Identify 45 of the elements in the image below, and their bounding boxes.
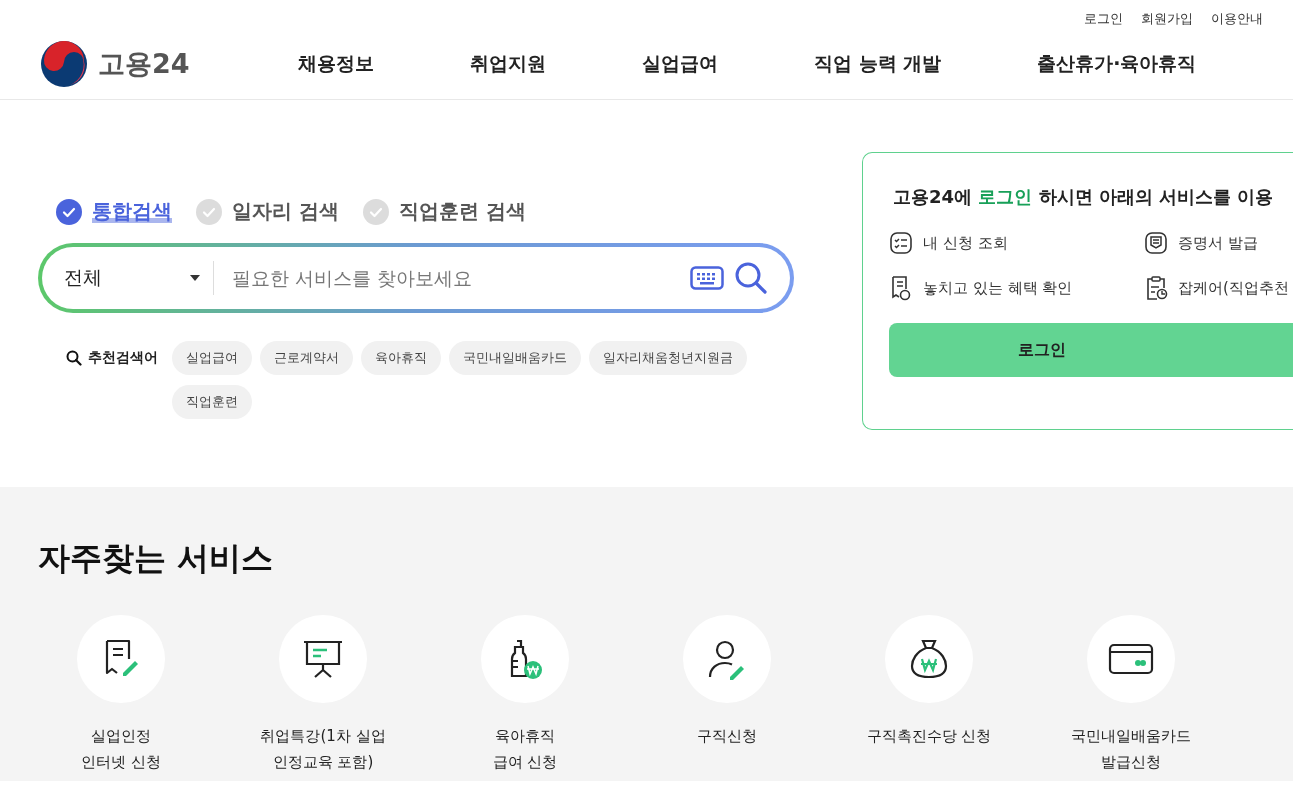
check-circle-icon: [362, 198, 389, 225]
certificate-icon: [1144, 231, 1168, 255]
caret-icon: [189, 274, 201, 282]
top-link[interactable]: 이용안내: [1211, 10, 1263, 28]
service-link[interactable]: 증명서 발급: [1178, 233, 1258, 253]
top-link[interactable]: 회원가입: [1141, 10, 1193, 28]
keyword-chip[interactable]: 일자리채움청년지원금: [589, 341, 747, 375]
recommended-label: 추천검색어: [88, 349, 158, 367]
check-circle-icon: [196, 198, 222, 225]
logo-emblem-icon: [40, 39, 88, 88]
nav-menu-item[interactable]: 출산휴가·육아휴직: [1037, 50, 1197, 77]
check-circle-icon: [56, 198, 82, 225]
search-icon: [66, 350, 82, 366]
login-message: 고용24에 로그인 하시면 아래의 서비스를 이용: [893, 185, 1275, 209]
nav-menu-item[interactable]: 실업급여: [642, 50, 718, 77]
search-tab[interactable]: 일자리 검색: [196, 198, 339, 225]
nav-menu-item[interactable]: 취업지원: [470, 50, 546, 77]
keyword-chip[interactable]: 국민내일배움카드: [449, 341, 581, 375]
keyword-chip[interactable]: 직업훈련: [172, 385, 252, 419]
service-label[interactable]: 취업특강(1차 실업 인정교육 포함): [260, 723, 386, 775]
service-label[interactable]: 구직촉진수당 신청: [866, 723, 992, 749]
keyboard-icon[interactable]: [690, 266, 724, 290]
service-label[interactable]: 국민내일배움카드 발급신청: [1071, 723, 1191, 775]
keyword-chip[interactable]: 근로계약서: [260, 341, 353, 375]
service-link[interactable]: 놓치고 있는 혜택 확인: [923, 278, 1073, 298]
clipboard-icon: [1144, 275, 1168, 301]
search-tab[interactable]: 통합검색: [56, 198, 172, 225]
service-label[interactable]: 실업인정 인터넷 신청: [81, 723, 161, 775]
category-dropdown[interactable]: 전체: [64, 261, 214, 295]
checklist-icon: [889, 231, 913, 255]
section-title: 자주찾는 서비스: [38, 538, 275, 579]
search-icon[interactable]: [734, 261, 768, 295]
keyword-chip[interactable]: 육아휴직: [361, 341, 441, 375]
receipt-icon: [889, 275, 913, 301]
top-link[interactable]: 로그인: [1084, 10, 1123, 28]
nav-menu-item[interactable]: 채용정보: [298, 50, 374, 77]
nav-menu-item[interactable]: 직업 능력 개발: [814, 50, 942, 77]
service-link[interactable]: 잡케어(직업추천: [1178, 278, 1289, 298]
service-link[interactable]: 내 신청 조회: [923, 233, 1008, 253]
search-tab[interactable]: 직업훈련 검색: [362, 198, 526, 225]
service-label[interactable]: 구직신청: [697, 723, 757, 749]
login-button[interactable]: 로그인: [889, 323, 1293, 377]
keyword-chip[interactable]: 실업급여: [172, 341, 252, 375]
logo-text[interactable]: 고용24: [98, 45, 190, 82]
service-label[interactable]: 육아휴직 급여 신청: [492, 723, 558, 775]
